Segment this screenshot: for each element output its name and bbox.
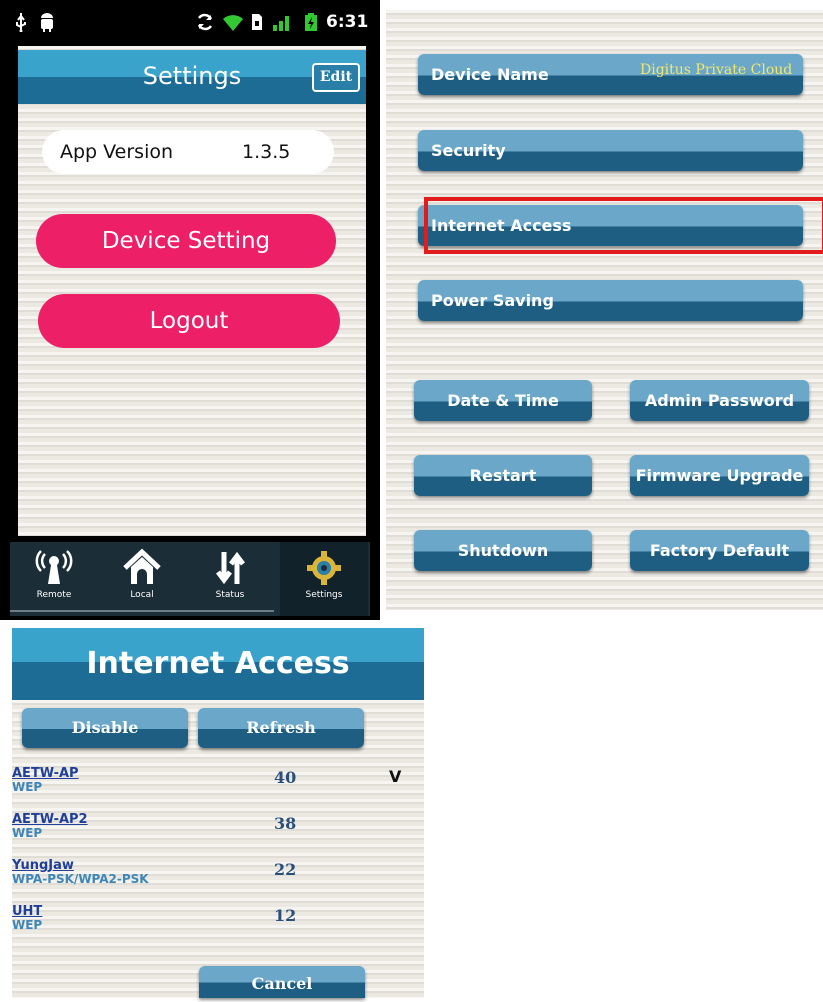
- phone-settings-screen: 6:31 Settings Edit App Version 1.3.5 Dev…: [0, 0, 380, 620]
- tab-settings[interactable]: Settings: [280, 542, 368, 616]
- tab-settings-label: Settings: [305, 590, 343, 600]
- clock-time: 6:31: [326, 12, 369, 32]
- tab-local[interactable]: Local: [98, 542, 186, 616]
- page-title: Internet Access: [86, 646, 350, 681]
- device-settings-panel: Device Name Digitus Private Cloud Securi…: [386, 10, 823, 610]
- app-version-label: App Version: [60, 141, 174, 163]
- sync-icon: [195, 12, 215, 37]
- settings-header: Settings Edit: [18, 50, 366, 104]
- android-debug-icon: [38, 12, 56, 37]
- network-security: WPA-PSK/WPA2-PSK: [12, 872, 149, 886]
- network-security: WEP: [12, 780, 43, 794]
- remote-signal-icon: [10, 548, 98, 588]
- signal-strength-icon: [272, 12, 292, 37]
- gear-icon: [280, 548, 368, 588]
- wifi-icon: [222, 12, 244, 37]
- network-signal: 22: [274, 860, 297, 879]
- device-name-value: Digitus Private Cloud: [640, 62, 793, 78]
- app-version-field: App Version 1.3.5: [42, 130, 334, 174]
- connected-check: V: [389, 767, 402, 786]
- network-ssid[interactable]: AETW-AP: [12, 766, 79, 781]
- admin-password-button[interactable]: Admin Password: [630, 380, 809, 421]
- network-signal: 12: [274, 906, 297, 925]
- highlight-box: [424, 197, 823, 254]
- network-signal: 40: [274, 768, 297, 787]
- power-saving-label: Power Saving: [431, 291, 554, 310]
- settings-content: Settings Edit App Version 1.3.5 Device S…: [18, 46, 366, 536]
- firmware-upgrade-button[interactable]: Firmware Upgrade: [630, 455, 809, 496]
- status-bar: 6:31: [0, 0, 380, 46]
- sim-icon: [250, 12, 264, 37]
- network-ssid[interactable]: YungJaw: [12, 858, 74, 873]
- disable-button[interactable]: Disable: [22, 708, 188, 748]
- power-saving-button[interactable]: Power Saving: [418, 280, 803, 321]
- app-version-value: 1.3.5: [242, 141, 291, 163]
- usb-icon: [14, 12, 28, 37]
- network-row[interactable]: AETW-AP WEP 40 V: [12, 766, 424, 810]
- shutdown-button[interactable]: Shutdown: [414, 530, 592, 571]
- bottom-tab-bar: Remote Local Status Settings: [10, 542, 370, 616]
- home-icon: [98, 548, 186, 588]
- network-security: WEP: [12, 918, 43, 932]
- device-name-button[interactable]: Device Name Digitus Private Cloud: [418, 54, 803, 95]
- network-signal: 38: [274, 814, 297, 833]
- tab-indicator: [10, 610, 274, 612]
- internet-access-panel: Internet Access Disable Refresh AETW-AP …: [12, 628, 424, 998]
- tab-remote[interactable]: Remote: [10, 542, 98, 616]
- device-name-label: Device Name: [431, 65, 549, 84]
- edit-button[interactable]: Edit: [312, 63, 360, 92]
- network-row[interactable]: AETW-AP2 WEP 38: [12, 812, 424, 856]
- tab-status-label: Status: [215, 590, 245, 600]
- network-ssid[interactable]: AETW-AP2: [12, 812, 88, 827]
- security-label: Security: [431, 141, 506, 160]
- tab-local-label: Local: [130, 590, 154, 600]
- network-ssid[interactable]: UHT: [12, 904, 42, 919]
- security-button[interactable]: Security: [418, 130, 803, 171]
- tab-status[interactable]: Status: [186, 542, 274, 616]
- network-security: WEP: [12, 826, 43, 840]
- date-time-button[interactable]: Date & Time: [414, 380, 592, 421]
- battery-charging-icon: [304, 12, 318, 37]
- network-row[interactable]: YungJaw WPA-PSK/WPA2-PSK 22: [12, 858, 424, 902]
- refresh-button[interactable]: Refresh: [198, 708, 364, 748]
- device-setting-button[interactable]: Device Setting: [36, 214, 336, 268]
- cancel-button[interactable]: Cancel: [199, 966, 365, 998]
- factory-default-button[interactable]: Factory Default: [630, 530, 809, 571]
- transfer-arrows-icon: [186, 548, 274, 588]
- logout-button[interactable]: Logout: [38, 294, 340, 348]
- internet-access-header: Internet Access: [12, 628, 424, 700]
- restart-button[interactable]: Restart: [414, 455, 592, 496]
- tab-remote-label: Remote: [36, 590, 72, 600]
- network-row[interactable]: UHT WEP 12: [12, 904, 424, 948]
